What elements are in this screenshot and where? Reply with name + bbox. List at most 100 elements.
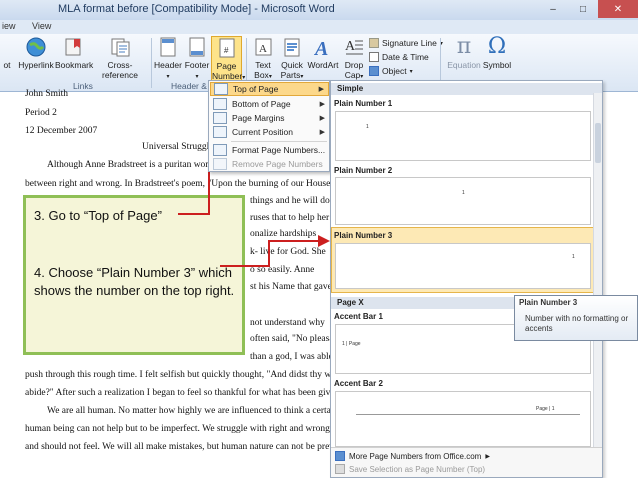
window-controls: – □ ✕: [538, 0, 638, 20]
doc-line: onalize hardships: [250, 229, 317, 239]
drop-cap-button[interactable]: A Drop Cap▾: [341, 36, 367, 82]
ribbon-cut-button[interactable]: ot: [0, 36, 14, 70]
menu-item-remove-page-numbers[interactable]: Remove Page Numbers: [210, 157, 329, 171]
thumb-page-number: 1: [366, 124, 369, 130]
gallery-item-label: Accent Bar 1: [334, 312, 383, 321]
arrow-head-right: [318, 235, 330, 247]
menu-item-current-position[interactable]: Current Position ▶: [210, 125, 329, 139]
globe-icon: [24, 36, 48, 58]
text-box-button[interactable]: A Text Box▾: [250, 36, 276, 82]
date-time-button[interactable]: Date & Time: [369, 52, 429, 62]
quick-parts-button[interactable]: Quick Parts▾: [278, 36, 306, 82]
gallery-item-plain-number-1[interactable]: 1: [335, 111, 591, 161]
wordart-label: WordArt: [307, 60, 339, 70]
current-position-icon: [213, 126, 227, 138]
page-number-gallery: Simple Plain Number 1 1 Plain Number 2 1…: [330, 80, 603, 478]
footer-label: Footer: [184, 60, 210, 70]
header-icon: [156, 36, 180, 58]
text-box-icon: A: [251, 36, 275, 58]
svg-text:A: A: [259, 43, 267, 55]
gallery-item-label: Plain Number 2: [334, 166, 393, 175]
quick-parts-icon: [280, 36, 304, 58]
object-button[interactable]: Object ▾: [369, 66, 413, 76]
wordart-icon: A: [311, 36, 335, 58]
callout-step-4: 4. Choose “Plain Number 3” which shows t…: [34, 265, 235, 298]
equation-label: Equation: [447, 60, 481, 70]
thumb-page-number: 1: [572, 254, 575, 260]
hyperlink-button[interactable]: Hyperlink: [18, 36, 54, 70]
object-icon: [369, 66, 379, 76]
menu-item-format-page-numbers[interactable]: Format Page Numbers...: [210, 143, 329, 157]
quick-parts-label-2: Parts: [280, 70, 301, 80]
quick-parts-label-1: Quick: [281, 60, 303, 70]
signature-line-label: Signature Line: [382, 38, 437, 48]
doc-line: Period 2: [25, 108, 57, 118]
arrow-line: [220, 265, 270, 267]
bookmark-icon: [61, 36, 85, 58]
bookmark-button[interactable]: Bookmark: [55, 36, 94, 70]
more-page-numbers-link[interactable]: More Page Numbers from Office.com ▶: [335, 451, 490, 461]
submenu-arrow-icon: ▶: [319, 101, 325, 108]
footer-button[interactable]: Footer ▾: [183, 36, 211, 82]
more-page-numbers-label: More Page Numbers from Office.com: [349, 451, 482, 461]
save-selection-icon: [335, 464, 345, 474]
wordart-button[interactable]: A WordArt: [307, 36, 339, 70]
submenu-arrow-icon: ▶: [485, 453, 490, 460]
gallery-scrollbar[interactable]: [593, 93, 602, 457]
gallery-item-plain-number-2[interactable]: 1: [335, 177, 591, 225]
calendar-icon: [369, 52, 379, 62]
scrollbar-thumb[interactable]: [595, 123, 601, 163]
doc-line: between right and wrong. In Bradstreet's…: [25, 179, 379, 189]
svg-text:A: A: [313, 38, 328, 58]
page-margins-icon: [213, 112, 227, 124]
signature-line-button[interactable]: Signature Line ▾: [369, 38, 443, 48]
doc-line: and should not feel. We will all make mi…: [25, 442, 357, 452]
menu-item-bottom-of-page[interactable]: Bottom of Page ▶: [210, 97, 329, 111]
menu-item-label: Format Page Numbers...: [232, 145, 326, 155]
maximize-button[interactable]: □: [568, 0, 598, 18]
tooltip-description: Number with no formatting or accents: [525, 314, 629, 333]
svg-text:#: #: [224, 46, 229, 55]
submenu-arrow-icon: ▶: [319, 129, 325, 136]
doc-line: st his Name that gave: [250, 282, 332, 292]
cross-reference-icon: [108, 36, 132, 58]
thumb-page-number: Page | 1: [536, 406, 555, 412]
menu-item-label: Bottom of Page: [232, 99, 291, 109]
format-icon: [213, 144, 227, 156]
equation-button[interactable]: π Equation: [446, 36, 482, 71]
gallery-tooltip: Plain Number 3 Number with no formatting…: [514, 295, 638, 341]
gallery-item-label: Plain Number 1: [334, 99, 393, 108]
menu-item-label: Current Position: [232, 127, 293, 137]
instruction-callout: 3. Go to “Top of Page” 4. Choose “Plain …: [23, 195, 245, 355]
minimize-button[interactable]: –: [538, 0, 568, 18]
hyperlink-label: Hyperlink: [18, 60, 54, 70]
submenu-arrow-icon: ▶: [318, 86, 324, 93]
header-button[interactable]: Header ▾: [154, 36, 182, 82]
omega-icon: Ω: [487, 34, 507, 59]
ribbon-cut-label: ot: [3, 60, 11, 70]
title-bar: MLA format before [Compatibility Mode] -…: [0, 0, 638, 20]
gallery-item-accent-bar-2[interactable]: Page | 1: [335, 391, 591, 447]
tab-view[interactable]: View: [32, 21, 51, 31]
ribbon-tabs: iew View: [0, 20, 638, 34]
gallery-item-plain-number-3[interactable]: 1: [335, 243, 591, 289]
page-number-button[interactable]: # Page Number▾: [211, 36, 245, 82]
save-selection-link[interactable]: Save Selection as Page Number (Top): [335, 464, 485, 474]
group-label-links: Links: [73, 81, 93, 91]
page-number-icon: #: [215, 37, 239, 59]
page-number-label-1: Page: [216, 61, 237, 71]
tab-review[interactable]: iew: [2, 21, 16, 31]
date-time-label: Date & Time: [382, 52, 429, 62]
cross-reference-button[interactable]: Cross-reference: [92, 36, 148, 80]
drop-cap-icon: A: [342, 36, 366, 58]
symbol-button[interactable]: Ω Symbol: [482, 34, 512, 71]
footer-icon: [185, 36, 209, 58]
doc-line: John Smith: [25, 89, 69, 99]
menu-item-top-of-page[interactable]: Top of Page ▶: [210, 82, 329, 96]
menu-item-label: Page Margins: [232, 113, 285, 123]
menu-item-page-margins[interactable]: Page Margins ▶: [210, 111, 329, 125]
bookmark-label: Bookmark: [55, 60, 94, 70]
close-button[interactable]: ✕: [598, 0, 638, 18]
menu-separator: [231, 141, 327, 142]
tooltip-title: Plain Number 3: [519, 298, 578, 307]
